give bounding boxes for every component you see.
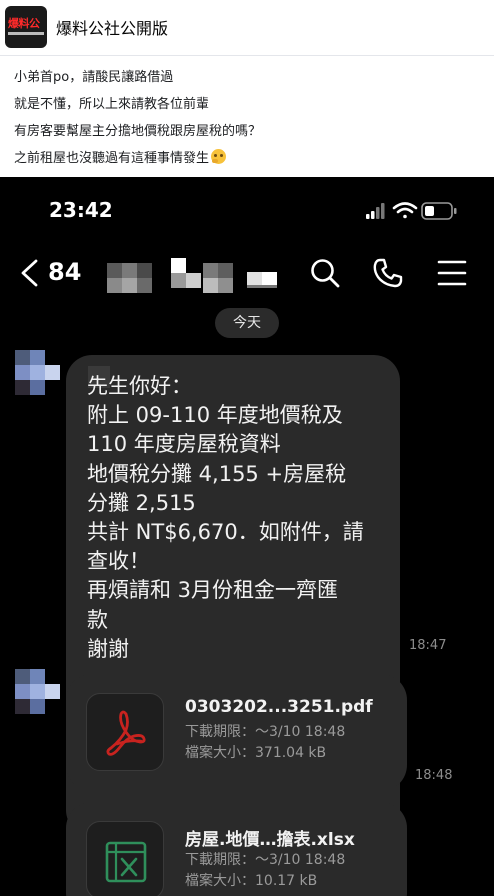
- pdf-icon: [106, 710, 146, 756]
- search-icon[interactable]: [309, 257, 341, 289]
- sender-avatar[interactable]: [15, 350, 60, 396]
- page-logo-text: 爆料公: [8, 17, 40, 30]
- file-name: 0303202...3251.pdf: [185, 697, 373, 717]
- post-body: 小弟首po，請酸民讓路借過 就是不懂，所以上來請教各位前輩 有房客要幫屋主分擔地…: [0, 56, 494, 177]
- phone-call-icon[interactable]: [372, 257, 404, 289]
- post-line-4-text: 之前租屋也沒聽過有這種事情發生: [14, 151, 210, 166]
- menu-icon[interactable]: [437, 259, 467, 287]
- battery-icon: [421, 202, 457, 220]
- post-header: 爆料公 爆料公社公開版: [0, 0, 494, 56]
- contact-name-redacted[interactable]: [107, 258, 279, 293]
- post-line-3: 有房客要幫屋主分擔地價稅跟房屋稅的嗎？: [14, 124, 262, 139]
- sender-avatar[interactable]: [15, 669, 60, 715]
- file-time: 18:48: [415, 768, 453, 783]
- page-name[interactable]: 爆料公社公開版: [56, 15, 168, 39]
- post-line-4: 之前租屋也沒聽過有這種事情發生: [14, 145, 494, 172]
- thinking-face-icon: [211, 149, 227, 164]
- excel-file-icon-box: [86, 821, 164, 896]
- post-line-1: 小弟首po，請酸民讓路借過: [14, 70, 174, 85]
- message-time: 18:47: [409, 638, 447, 653]
- phone-screenshot: 23:42 84 今天 先生你好： 附上 09-110 年度地價稅及 110 年…: [0, 177, 494, 896]
- pdf-file-icon-box: [86, 693, 164, 771]
- excel-icon: [105, 841, 147, 883]
- file-expiry: 下載期限：～3/10 18:48: [185, 724, 346, 740]
- unread-count[interactable]: 84: [48, 258, 81, 286]
- wifi-icon: [392, 202, 418, 219]
- status-time: 23:42: [49, 198, 113, 222]
- page-avatar[interactable]: 爆料公: [5, 6, 47, 48]
- signal-icon: [366, 203, 385, 219]
- message-text: 先生你好： 附上 09-110 年度地價稅及 110 年度房屋稅資料 地價稅分攤…: [87, 374, 364, 661]
- post-line-2: 就是不懂，所以上來請教各位前輩: [14, 97, 210, 112]
- page-logo-underline: [8, 32, 44, 35]
- date-separator: 今天: [215, 308, 279, 338]
- file-size: 檔案大小：10.17 kB: [185, 873, 318, 889]
- file-name: 房屋.地價…擔表.xlsx: [185, 830, 355, 850]
- back-chevron-icon[interactable]: [18, 258, 42, 288]
- file-size: 檔案大小：371.04 kB: [185, 745, 327, 761]
- status-icons: [366, 202, 457, 220]
- file-expiry: 下載期限：～3/10 18:48: [185, 852, 346, 868]
